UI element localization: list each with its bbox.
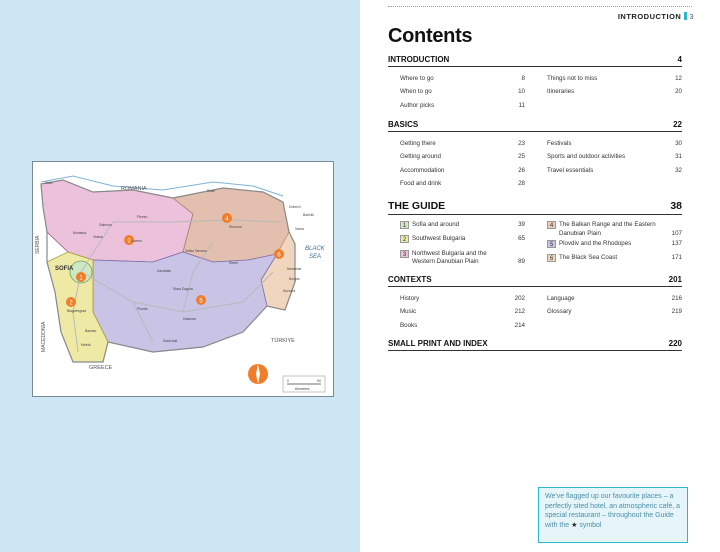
- top-rule: [388, 6, 692, 7]
- running-head-title: INTRODUCTION: [617, 12, 682, 21]
- svg-text:Balchik: Balchik: [303, 213, 314, 217]
- favourites-callout: We've flagged up our favourite places – …: [538, 487, 688, 543]
- toc-entry[interactable]: Books 214: [400, 319, 535, 332]
- toc-entry[interactable]: Getting there 23: [400, 137, 535, 150]
- intro-right-col: Things not to miss 12 Itineraries 20: [535, 72, 682, 112]
- svg-text:Kardzhali: Kardzhali: [163, 339, 177, 343]
- contexts-left-col: History 202 Music 212 Books 214: [388, 292, 535, 332]
- svg-text:Vidin: Vidin: [45, 181, 53, 185]
- svg-text:Bansko: Bansko: [85, 329, 96, 333]
- svg-text:Sliven: Sliven: [229, 261, 238, 265]
- section-contexts-heading[interactable]: CONTEXTS 201: [388, 275, 682, 287]
- svg-text:Stara Zagora: Stara Zagora: [173, 287, 193, 291]
- contexts-right-col: Language 216 Glossary 219: [535, 292, 682, 332]
- guide-left-col: 1 Sofia and around 39 2 Southwest Bulgari…: [388, 220, 535, 268]
- chapter-number-badge: 5: [547, 240, 556, 248]
- running-head: INTRODUCTION 3: [618, 12, 694, 21]
- label-serbia: SERBIA: [35, 235, 41, 254]
- svg-text:Pleven: Pleven: [137, 215, 147, 219]
- star-icon: ★: [571, 521, 578, 529]
- map-svg: 1 2 3 4 5 6 ROMANIA SERBIA MACEDONIA GRE…: [33, 162, 333, 396]
- running-head-bar: [684, 12, 688, 20]
- section-guide-heading[interactable]: THE GUIDE 38: [388, 200, 682, 215]
- toc-entry[interactable]: Sports and outdoor activities 31: [547, 150, 682, 163]
- svg-text:Plovdiv: Plovdiv: [137, 307, 148, 311]
- label-sea: SEA: [309, 254, 321, 260]
- svg-text:Melnik: Melnik: [81, 343, 91, 347]
- toc-entry[interactable]: Getting around 25: [400, 150, 535, 163]
- svg-text:Gabrovo: Gabrovo: [99, 223, 112, 227]
- chapter-number-badge: 2: [400, 235, 409, 244]
- section-introduction-heading[interactable]: INTRODUCTION 4: [388, 55, 682, 67]
- chapter-number-badge: 6: [547, 254, 556, 263]
- label-macedonia: MACEDONIA: [41, 321, 47, 352]
- svg-text:Vratsa: Vratsa: [93, 235, 103, 239]
- section-introduction: INTRODUCTION 4 Where to go 8 When to go 10 …: [388, 55, 682, 112]
- svg-text:Montana: Montana: [73, 231, 86, 235]
- section-basics: BASICS 22 Getting there 23 Getting around 2…: [388, 120, 682, 191]
- svg-text:Veliko Tarnovo: Veliko Tarnovo: [185, 249, 207, 253]
- label-greece: GREECE: [89, 365, 113, 371]
- label-sofia: SOFIA: [55, 266, 74, 272]
- chapter-number-badge: 4: [547, 221, 556, 229]
- toc-entry[interactable]: Music 212: [400, 305, 535, 318]
- svg-text:Shumen: Shumen: [229, 225, 242, 229]
- section-small-print-heading[interactable]: SMALL PRINT AND INDEX 220: [388, 339, 682, 351]
- svg-text:Nessebar: Nessebar: [287, 267, 302, 271]
- toc-entry[interactable]: Itineraries 20: [547, 85, 682, 98]
- svg-text:Lovech: Lovech: [131, 239, 142, 243]
- label-romania: ROMANIA: [121, 186, 147, 192]
- toc-entry[interactable]: Accommodation 26: [400, 164, 535, 177]
- toc-entry[interactable]: Where to go 8: [400, 72, 535, 85]
- label-turkiye: TÜRKIYE: [271, 337, 295, 344]
- toc-entry[interactable]: Festivals 30: [547, 137, 682, 150]
- svg-text:0: 0: [287, 379, 289, 383]
- toc-entry[interactable]: Glossary 219: [547, 305, 682, 318]
- svg-text:Blagoevgrad: Blagoevgrad: [67, 309, 86, 313]
- guide-chapter-6[interactable]: 6 The Black Sea Coast 171: [547, 253, 682, 266]
- page-number: 3: [689, 12, 694, 21]
- svg-text:Burgas: Burgas: [289, 277, 300, 281]
- section-basics-heading[interactable]: BASICS 22: [388, 120, 682, 132]
- toc-entry[interactable]: Things not to miss 12: [547, 72, 682, 85]
- basics-right-col: Festivals 30 Sports and outdoor activitie…: [535, 137, 682, 191]
- svg-text:Ruse: Ruse: [207, 189, 215, 193]
- page-title: Contents: [388, 25, 473, 47]
- svg-text:Kazanlak: Kazanlak: [157, 269, 171, 273]
- section-contexts: CONTEXTS 201 History 202 Music 212 Books 214…: [388, 275, 682, 332]
- guide-chapter-3[interactable]: 3 Northwest Bulgaria and the Western Dan…: [400, 249, 535, 267]
- toc-entry[interactable]: When to go 10: [400, 85, 535, 98]
- guide-chapter-4[interactable]: 4 The Balkan Range and the Eastern Danub…: [547, 220, 682, 238]
- toc-entry[interactable]: Language 216: [547, 292, 682, 305]
- chapter-number-badge: 3: [400, 249, 409, 258]
- guide-right-col: 4 The Balkan Range and the Eastern Danub…: [535, 220, 682, 268]
- toc-entry[interactable]: History 202: [400, 292, 535, 305]
- chapter-number-badge: 1: [400, 221, 409, 229]
- svg-text:Dobrich: Dobrich: [289, 205, 301, 209]
- toc-entry[interactable]: Food and drink 28: [400, 177, 535, 190]
- svg-text:Sozopol: Sozopol: [283, 289, 295, 293]
- section-small-print: SMALL PRINT AND INDEX 220: [388, 339, 682, 351]
- guide-chapter-2[interactable]: 2 Southwest Bulgaria 65: [400, 234, 535, 247]
- toc-entry[interactable]: Travel essentials 32: [547, 164, 682, 177]
- left-page: 1 2 3 4 5 6 ROMANIA SERBIA MACEDONIA GRE…: [0, 0, 360, 552]
- svg-text:kilometres: kilometres: [295, 387, 310, 391]
- svg-text:50: 50: [317, 379, 321, 383]
- svg-text:Haskovo: Haskovo: [183, 317, 196, 321]
- bulgaria-map: 1 2 3 4 5 6 ROMANIA SERBIA MACEDONIA GRE…: [32, 161, 334, 397]
- basics-left-col: Getting there 23 Getting around 25 Accommo…: [388, 137, 535, 191]
- svg-text:Varna: Varna: [295, 227, 304, 231]
- label-black: BLACK: [305, 246, 326, 252]
- right-page: INTRODUCTION 3 Contents INTRODUCTION 4 Whe…: [360, 0, 720, 552]
- intro-left-col: Where to go 8 When to go 10 Author picks 11: [388, 72, 535, 112]
- toc-entry[interactable]: Author picks 11: [400, 99, 535, 112]
- guide-chapter-1[interactable]: 1 Sofia and around 39: [400, 220, 535, 233]
- section-guide: THE GUIDE 38 1 Sofia and around 39 2 South…: [388, 200, 682, 268]
- guide-chapter-5[interactable]: 5 Plovdiv and the Rhodopes 137: [547, 239, 682, 252]
